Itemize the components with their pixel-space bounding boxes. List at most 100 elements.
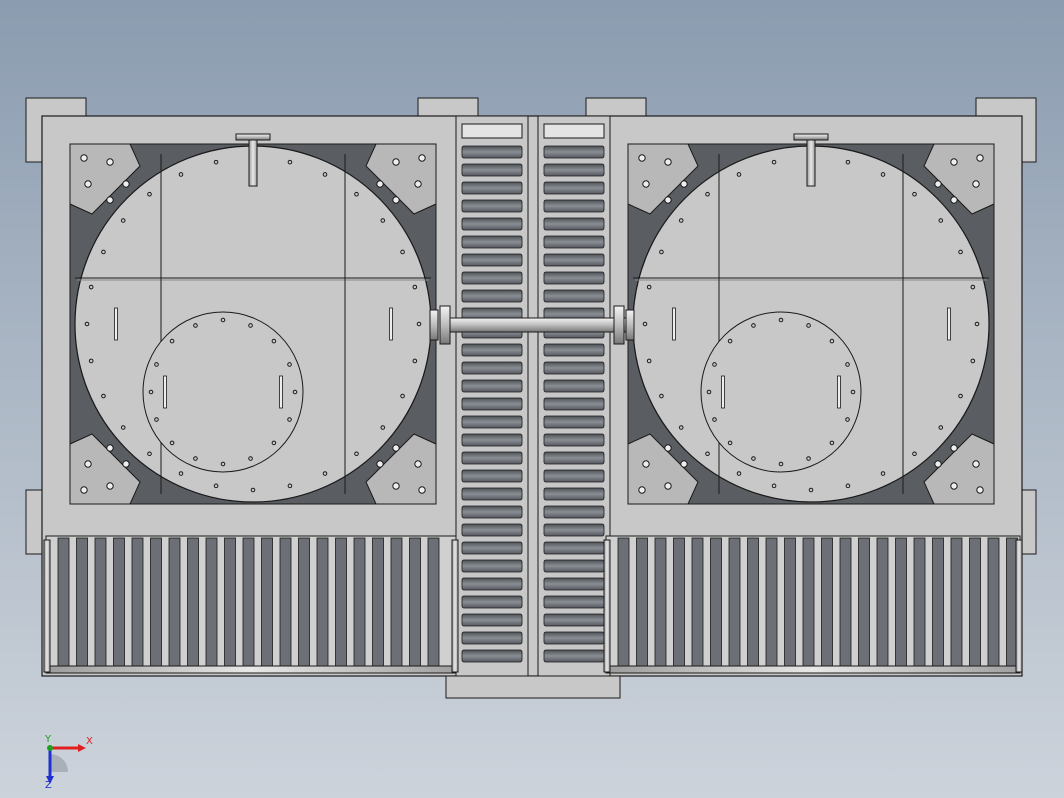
grille-slot — [461, 433, 523, 447]
grille-slot — [461, 163, 523, 177]
grille-slot — [461, 631, 523, 645]
top-nozzle-flange — [793, 133, 829, 141]
bracket-bolt — [664, 482, 672, 490]
louver-slot — [673, 537, 685, 669]
louver-slot — [242, 537, 255, 669]
grille-slot — [543, 379, 605, 393]
bracket-bolt — [950, 444, 958, 452]
grille-slot — [543, 343, 605, 357]
bracket-bolt — [376, 460, 384, 468]
handle — [837, 375, 841, 409]
bracket-bolt — [84, 180, 92, 188]
bracket-bolt — [122, 460, 130, 468]
cad-model-viewport[interactable] — [0, 0, 1064, 798]
bracket-bolt — [392, 196, 400, 204]
bracket-bolt — [106, 444, 114, 452]
grille-slot — [543, 181, 605, 195]
bracket-bolt — [664, 444, 672, 452]
louver-slot — [728, 537, 741, 669]
bracket-bolt — [414, 180, 422, 188]
handle — [279, 375, 283, 409]
grille-slot — [461, 379, 523, 393]
louver-post — [43, 539, 51, 673]
bracket-bolt — [106, 158, 114, 166]
grille-slot — [543, 631, 605, 645]
louver-slot — [839, 537, 852, 669]
grille-slot — [543, 289, 605, 303]
bracket-bolt — [376, 180, 384, 188]
bracket-bolt — [392, 444, 400, 452]
bracket-bolt — [950, 158, 958, 166]
grille-slot — [543, 541, 605, 555]
bracket-bolt — [106, 482, 114, 490]
louver-slot — [298, 537, 310, 669]
grille-slot — [543, 199, 605, 213]
grille-slot — [543, 577, 605, 591]
bracket-bolt — [414, 460, 422, 468]
bracket-bolt — [80, 486, 88, 494]
grille-slot — [543, 271, 605, 285]
x-arrow-head — [78, 744, 86, 752]
grille-slot — [543, 361, 605, 375]
louver-slot — [950, 537, 963, 669]
left-fan-chamber — [69, 133, 437, 505]
grille-slot — [461, 451, 523, 465]
louver-slot — [205, 537, 218, 669]
louver-slot — [187, 537, 199, 669]
grille-slot — [543, 145, 605, 159]
grille-slot — [543, 649, 605, 663]
bracket-bolt — [84, 460, 92, 468]
grille-slot — [543, 613, 605, 627]
grille-slot — [543, 523, 605, 537]
louver-slot — [636, 537, 648, 669]
louver-slot — [168, 537, 181, 669]
louver-slot — [932, 537, 944, 669]
grille-slot — [461, 469, 523, 483]
louver-slot — [94, 537, 107, 669]
grille-slot — [461, 397, 523, 411]
louver-rail — [45, 665, 457, 674]
handle — [721, 375, 725, 409]
access-plate — [142, 311, 304, 473]
handle — [163, 375, 167, 409]
louver-slot — [969, 537, 981, 669]
louver-slot — [279, 537, 292, 669]
grille-slot — [543, 559, 605, 573]
louver-slot — [858, 537, 870, 669]
grille-slot — [543, 235, 605, 249]
louver-post — [451, 539, 459, 673]
louver-slot — [747, 537, 759, 669]
louver-slot — [372, 537, 384, 669]
louver-slot — [316, 537, 329, 669]
bracket-bolt — [950, 482, 958, 490]
bracket-bolt — [976, 486, 984, 494]
bracket-bolt — [392, 158, 400, 166]
grille-slot — [461, 217, 523, 231]
louver-slot — [335, 537, 347, 669]
grille-slot — [461, 541, 523, 555]
louver-post — [1015, 539, 1023, 673]
grille-slot — [461, 559, 523, 573]
top-nozzle-pipe — [806, 139, 816, 187]
louver-slot — [913, 537, 926, 669]
access-plate — [700, 311, 862, 473]
louver-slot — [821, 537, 833, 669]
louver-slot — [802, 537, 815, 669]
grille-slot — [461, 577, 523, 591]
louver-slot — [113, 537, 125, 669]
handle — [672, 307, 676, 341]
bracket-bolt — [934, 460, 942, 468]
grille-slot — [461, 271, 523, 285]
top-nozzle-pipe — [248, 139, 258, 187]
grille-slot — [461, 253, 523, 267]
louver-slot — [409, 537, 421, 669]
bracket-bolt — [106, 196, 114, 204]
grille-slot — [543, 433, 605, 447]
louver-slot — [150, 537, 162, 669]
grille-slot — [543, 469, 605, 483]
grille-cap — [461, 123, 523, 139]
bracket-bolt — [680, 460, 688, 468]
louver-slot — [784, 537, 796, 669]
louver-slot — [876, 537, 889, 669]
grille-slot — [461, 235, 523, 249]
